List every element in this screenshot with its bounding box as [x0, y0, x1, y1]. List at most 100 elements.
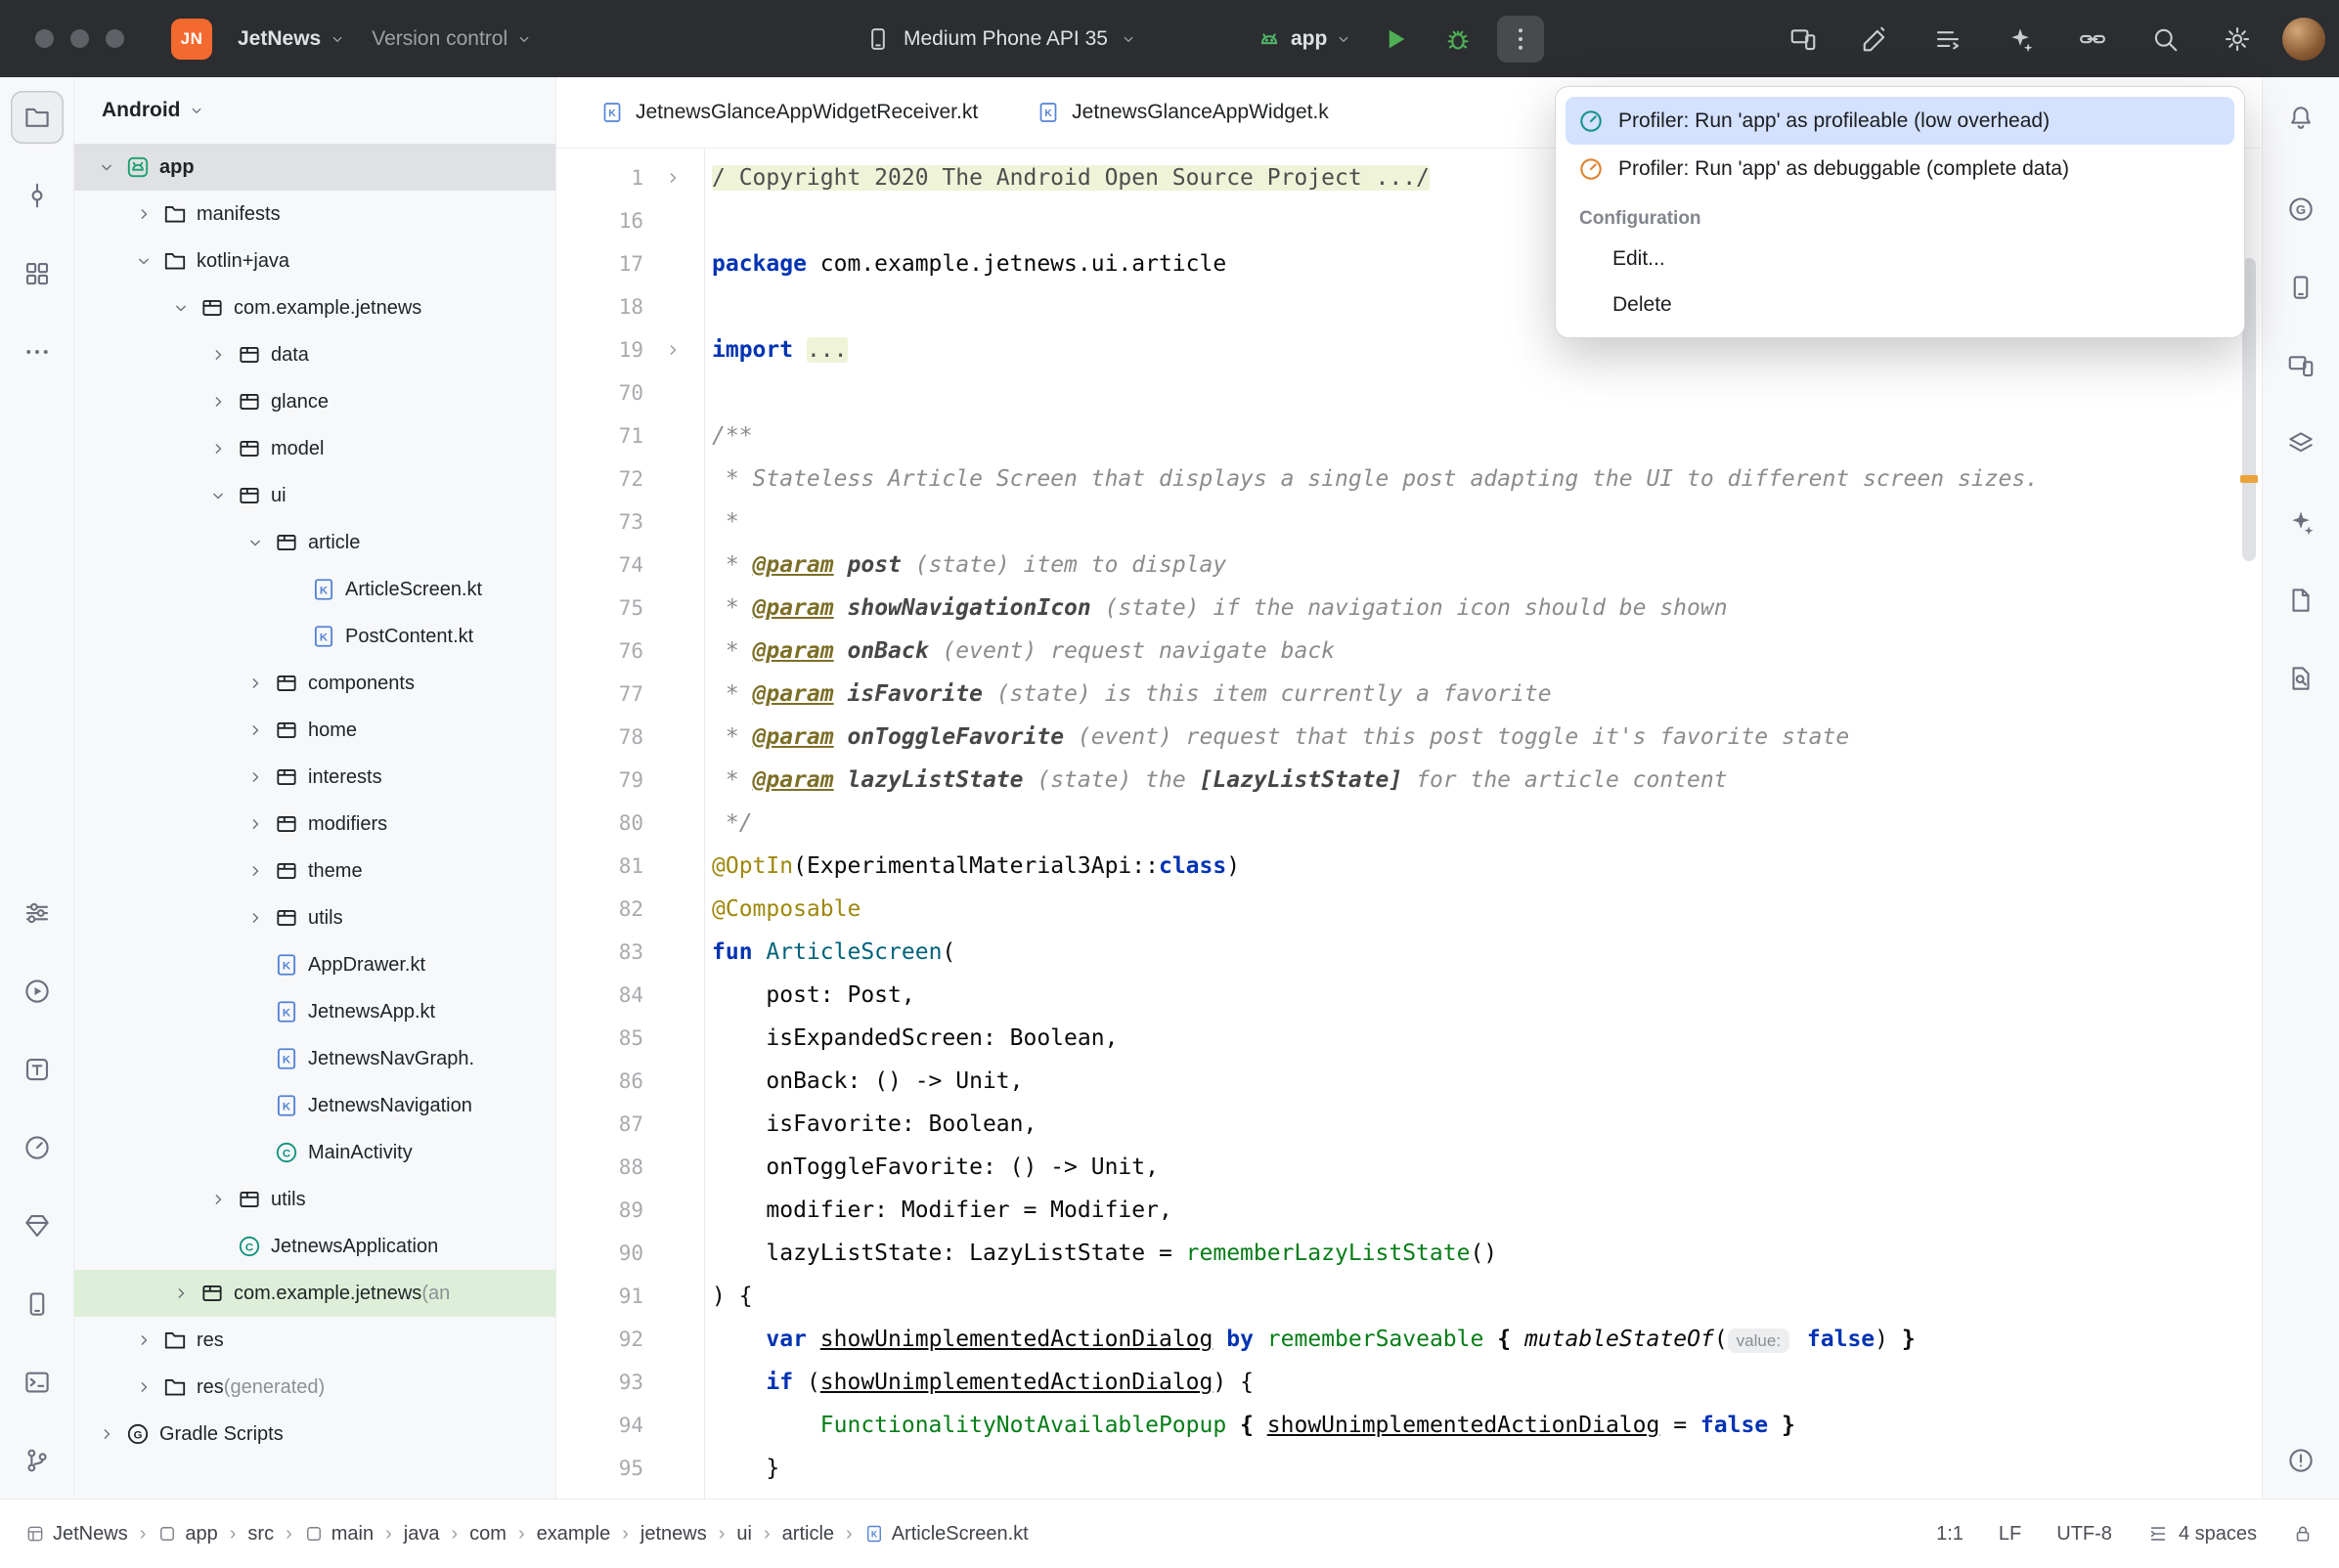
tree-row[interactable]: utils [74, 1176, 555, 1223]
chevron-right-icon[interactable] [129, 1326, 158, 1355]
code-line[interactable]: 94 FunctionalityNotAvailablePopup { show… [557, 1404, 2262, 1447]
chevron-right-icon[interactable] [203, 387, 233, 416]
file-encoding[interactable]: UTF-8 [2056, 1523, 2112, 1546]
vcs-menu[interactable]: Version control [372, 27, 533, 51]
device-manager-tool-button[interactable] [2274, 261, 2327, 314]
debug-button[interactable] [1434, 16, 1481, 63]
code-line[interactable]: 89 modifier: Modifier = Modifier, [557, 1189, 2262, 1232]
chevron-down-icon[interactable] [129, 246, 158, 276]
tree-row[interactable]: KArticleScreen.kt [74, 566, 555, 613]
breadcrumb-item[interactable]: java [404, 1523, 440, 1546]
gemini-button[interactable] [1852, 16, 1899, 63]
tree-row[interactable]: app [74, 144, 555, 191]
code-line[interactable]: 70 [557, 371, 2262, 414]
settings-button[interactable] [2214, 16, 2261, 63]
code-line[interactable]: 88 onToggleFavorite: () -> Unit, [557, 1146, 2262, 1189]
breadcrumb-item[interactable]: KArticleScreen.kt [864, 1523, 1029, 1546]
tree-row[interactable]: modifiers [74, 801, 555, 848]
chevron-right-icon[interactable] [92, 1419, 121, 1449]
tree-row[interactable]: KJetnewsApp.kt [74, 988, 555, 1035]
popup-delete-action[interactable]: Delete [1566, 282, 2234, 327]
tree-row[interactable]: interests [74, 754, 555, 801]
tree-row[interactable]: article [74, 519, 555, 566]
tree-row[interactable]: components [74, 660, 555, 707]
breadcrumb-item[interactable]: article [782, 1523, 834, 1546]
breadcrumb-item[interactable]: example [537, 1523, 611, 1546]
tree-row[interactable]: glance [74, 378, 555, 425]
code-line[interactable]: 83fun ArticleScreen( [557, 931, 2262, 974]
tree-row[interactable]: model [74, 425, 555, 472]
chevron-down-icon[interactable] [203, 481, 233, 510]
tree-row[interactable]: KAppDrawer.kt [74, 941, 555, 988]
device-manager-tool-button[interactable] [11, 1278, 64, 1330]
tree-row[interactable]: home [74, 707, 555, 754]
search-everywhere-button[interactable] [2141, 16, 2188, 63]
chevron-right-icon[interactable] [203, 340, 233, 370]
chevron-right-icon[interactable] [203, 1185, 233, 1214]
profile-avatar[interactable] [2282, 18, 2325, 61]
profiler-tool-button[interactable] [11, 1121, 64, 1174]
tree-row[interactable]: KJetnewsNavGraph. [74, 1035, 555, 1082]
editor[interactable]: 1/ Copyright 2020 The Android Open Sourc… [557, 149, 2262, 1499]
breadcrumb-item[interactable]: app [157, 1523, 217, 1546]
chevron-down-icon[interactable] [92, 152, 121, 182]
chevron-right-icon[interactable] [241, 762, 270, 792]
cursor-position[interactable]: 1:1 [1936, 1523, 1964, 1546]
chevron-right-icon[interactable] [241, 856, 270, 886]
project-tool-button[interactable] [11, 91, 64, 144]
tree-row[interactable]: manifests [74, 191, 555, 238]
tree-row[interactable]: utils [74, 894, 555, 941]
terminal-tool-button[interactable] [11, 1356, 64, 1409]
project-menu[interactable]: JetNews [238, 27, 346, 51]
build-variants-tool-button[interactable] [11, 887, 64, 939]
code-line[interactable]: 80 */ [557, 802, 2262, 845]
tree-row[interactable]: com.example.jetnews [74, 284, 555, 331]
editor-tab[interactable]: KJetnewsGlanceAppWidgetReceiver.kt [571, 77, 1007, 148]
structure-tool-button[interactable] [2274, 417, 2327, 470]
popup-item[interactable]: Profiler: Run 'app' as profileable (low … [1566, 97, 2234, 145]
minimize-button[interactable] [70, 29, 89, 48]
chevron-right-icon[interactable] [241, 716, 270, 745]
readonly-lock-icon[interactable] [2292, 1523, 2314, 1545]
editor-tab[interactable]: KJetnewsGlanceAppWidget.k [1007, 77, 1358, 148]
todo-tool-button[interactable] [11, 1043, 64, 1096]
code-line[interactable]: 74 * @param post (state) item to display [557, 544, 2262, 587]
code-line[interactable]: 86 onBack: () -> Unit, [557, 1060, 2262, 1103]
code-line[interactable]: 77 * @param isFavorite (state) is this i… [557, 673, 2262, 716]
version-control-tool-button[interactable] [11, 1434, 64, 1487]
code-line[interactable]: 72 * Stateless Article Screen that displ… [557, 457, 2262, 501]
chevron-right-icon[interactable] [203, 434, 233, 463]
tree-row[interactable]: kotlin+java [74, 238, 555, 284]
chevron-right-icon[interactable] [241, 669, 270, 698]
breadcrumb-item[interactable]: ui [736, 1523, 752, 1546]
tree-row[interactable]: CJetnewsApplication [74, 1223, 555, 1270]
run-config-selector[interactable]: app [1256, 25, 1352, 53]
code-line[interactable]: 90 lazyListState: LazyListState = rememb… [557, 1232, 2262, 1275]
chevron-right-icon[interactable] [241, 809, 270, 839]
breadcrumb-item[interactable]: com [469, 1523, 507, 1546]
task-list-button[interactable] [1924, 16, 1971, 63]
chevron-right-icon[interactable] [129, 199, 158, 229]
notifications-button[interactable] [2274, 91, 2327, 144]
code-line[interactable]: 75 * @param showNavigationIcon (state) i… [557, 587, 2262, 630]
indent-widget[interactable]: 4 spaces [2147, 1523, 2257, 1546]
device-mirroring-button[interactable] [1780, 16, 1827, 63]
share-link-button[interactable] [2069, 16, 2116, 63]
tree-row[interactable]: data [74, 331, 555, 378]
resource-manager-tool-button[interactable] [11, 247, 64, 300]
code-line[interactable]: 82@Composable [557, 888, 2262, 931]
tree-row[interactable]: GGradle Scripts [74, 1411, 555, 1458]
fold-chevron-icon[interactable] [643, 168, 702, 188]
chevron-down-icon[interactable] [166, 293, 196, 323]
gradle-tool-button[interactable]: G [2274, 183, 2327, 236]
ai-assistant-tool-button[interactable] [2274, 496, 2327, 548]
code-line[interactable]: 71/** [557, 414, 2262, 457]
tree-row[interactable]: ui [74, 472, 555, 519]
chevron-right-icon[interactable] [129, 1372, 158, 1402]
ai-actions-button[interactable] [1997, 16, 2044, 63]
code-line[interactable]: 84 post: Post, [557, 974, 2262, 1017]
code-line[interactable]: 76 * @param onBack (event) request navig… [557, 630, 2262, 673]
breadcrumb-item[interactable]: JetNews [25, 1523, 128, 1546]
run-button[interactable] [1372, 16, 1419, 63]
code-line[interactable]: 73 * [557, 501, 2262, 544]
